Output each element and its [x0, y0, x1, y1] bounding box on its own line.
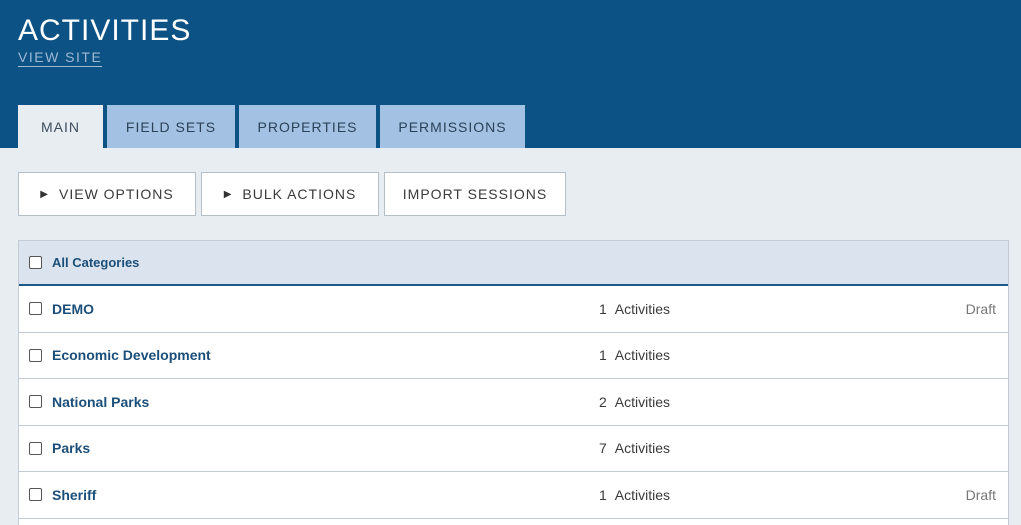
- import-sessions-label: IMPORT SESSIONS: [402, 186, 548, 202]
- table-header: All Categories: [19, 241, 1008, 286]
- count-unit: Activities: [614, 300, 671, 317]
- table-row: National Parks 2 Activities: [19, 379, 1008, 426]
- count-unit: Activities: [614, 440, 671, 457]
- all-categories-label: All Categories: [52, 255, 140, 270]
- tab-bar: MAIN FIELD SETS PROPERTIES PERMISSIONS: [18, 105, 529, 148]
- action-bar: ▶ VIEW OPTIONS ▶ BULK ACTIONS IMPORT SES…: [18, 172, 571, 216]
- category-link[interactable]: National Parks: [52, 394, 149, 410]
- count-unit: Activities: [614, 486, 671, 503]
- view-options-label: VIEW OPTIONS: [59, 186, 174, 202]
- import-sessions-button[interactable]: IMPORT SESSIONS: [384, 172, 566, 216]
- categories-table: All Categories DEMO 1 Activities Draft Ec…: [18, 240, 1009, 525]
- count-value: 2: [599, 393, 607, 410]
- count-unit: Activities: [614, 347, 671, 364]
- tab-main[interactable]: MAIN: [18, 105, 103, 148]
- table-row: Parks 7 Activities: [19, 426, 1008, 472]
- activity-count: 2 Activities: [599, 394, 670, 410]
- bulk-actions-label: BULK ACTIONS: [242, 186, 357, 202]
- page-header: ACTIVITIES VIEW SITE MAIN FIELD SETS PRO…: [0, 0, 1021, 148]
- page-title: ACTIVITIES: [18, 14, 192, 47]
- count-value: 1: [599, 300, 607, 317]
- status-label: Draft: [965, 300, 996, 317]
- bulk-actions-button[interactable]: ▶ BULK ACTIONS: [201, 172, 379, 216]
- tab-properties[interactable]: PROPERTIES: [239, 105, 376, 148]
- count-value: 1: [599, 347, 607, 364]
- category-link[interactable]: DEMO: [52, 301, 94, 317]
- tab-permissions[interactable]: PERMISSIONS: [380, 105, 525, 148]
- row-checkbox[interactable]: [29, 302, 42, 316]
- activity-count: 1 Activities: [599, 301, 670, 317]
- row-checkbox[interactable]: [29, 488, 42, 502]
- count-value: 1: [599, 486, 607, 503]
- select-all-checkbox[interactable]: [29, 256, 42, 269]
- table-row: Sheriff 1 Activities Draft: [19, 472, 1008, 519]
- activity-count: 7 Activities: [599, 440, 670, 456]
- row-checkbox[interactable]: [29, 441, 42, 455]
- category-link[interactable]: Sheriff: [52, 487, 96, 503]
- category-link[interactable]: Economic Development: [52, 347, 211, 363]
- table-row: Economic Development 1 Activities: [19, 333, 1008, 379]
- status-label: Draft: [965, 486, 996, 503]
- view-options-button[interactable]: ▶ VIEW OPTIONS: [18, 172, 196, 216]
- category-link[interactable]: Parks: [52, 440, 90, 456]
- expand-triangle-icon: ▶: [40, 188, 49, 200]
- activity-count: 1 Activities: [599, 347, 670, 363]
- activity-count: 1 Activities: [599, 487, 670, 503]
- tab-field-sets[interactable]: FIELD SETS: [107, 105, 235, 148]
- expand-triangle-icon: ▶: [223, 188, 233, 200]
- count-unit: Activities: [614, 393, 671, 410]
- view-site-link[interactable]: VIEW SITE: [18, 49, 103, 67]
- row-checkbox[interactable]: [29, 348, 42, 362]
- count-value: 7: [599, 440, 607, 457]
- table-row: DEMO 1 Activities Draft: [19, 286, 1008, 333]
- row-checkbox[interactable]: [29, 395, 42, 409]
